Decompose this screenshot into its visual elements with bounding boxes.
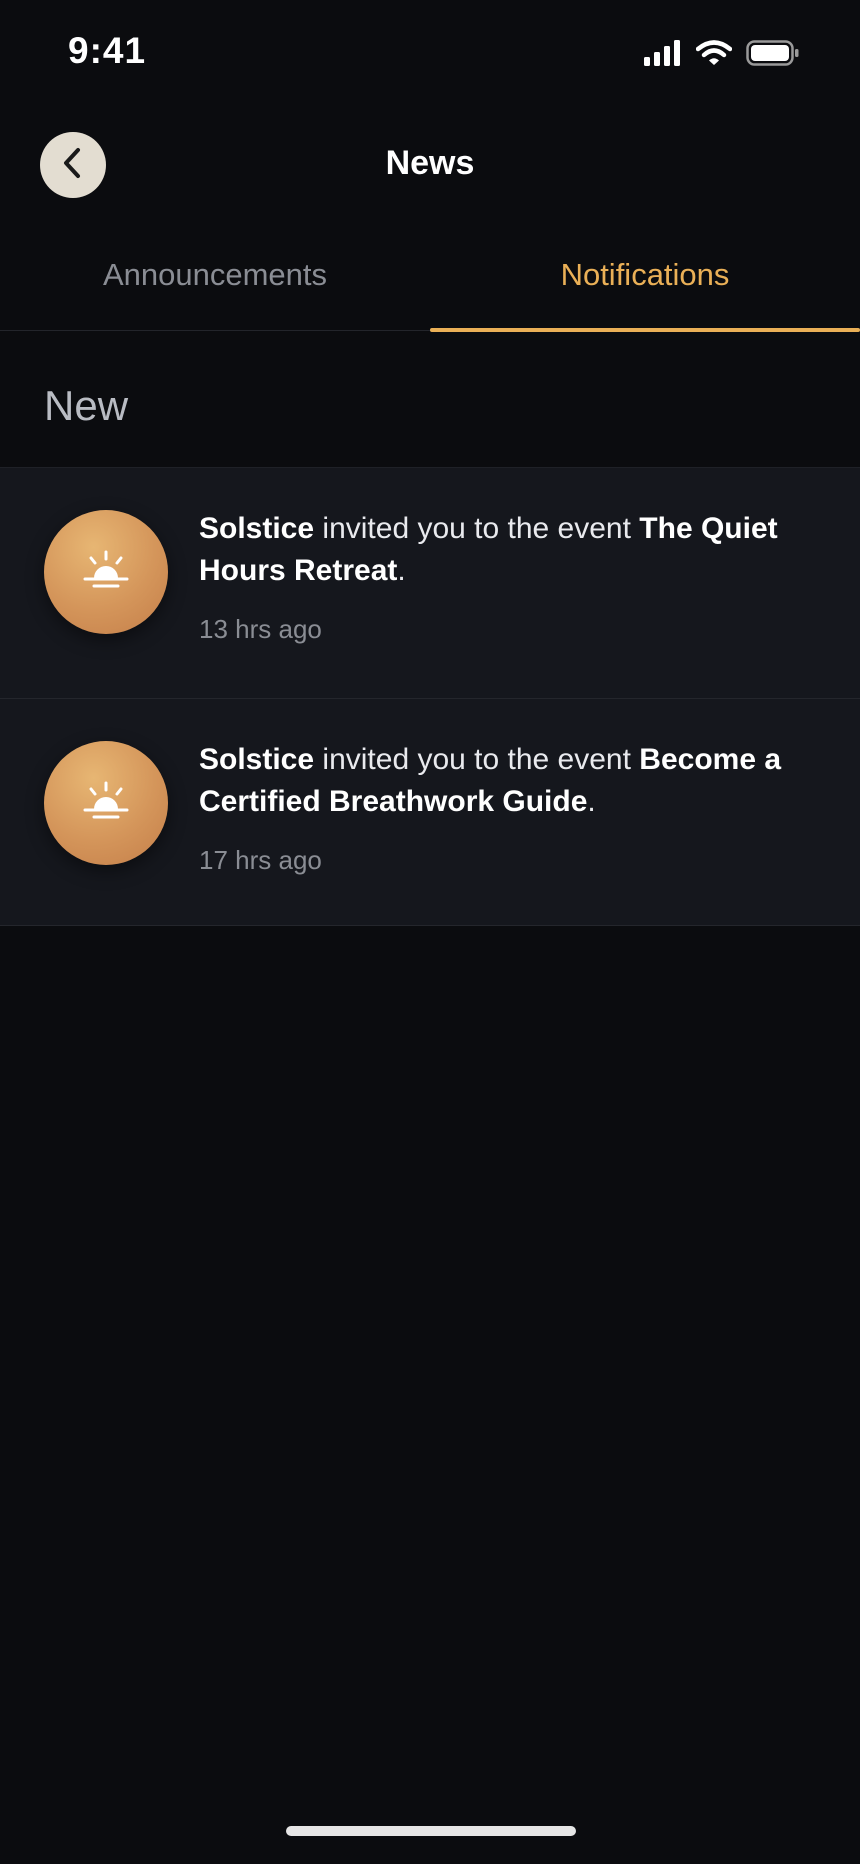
notification-list: Solstice invited you to the event The Qu… — [0, 467, 860, 926]
page-title: News — [385, 144, 475, 182]
tab-announcements-label: Announcements — [102, 257, 328, 292]
notification-action: invited you to the event — [322, 743, 631, 776]
avatar — [44, 741, 168, 865]
status-icons — [644, 40, 800, 71]
section-title: New — [44, 382, 129, 429]
sunrise-icon — [81, 781, 131, 826]
active-tab-indicator — [430, 328, 860, 332]
notification-message: Solstice invited you to the event Become… — [199, 739, 819, 823]
battery-icon — [746, 40, 800, 71]
tab-announcements[interactable]: Announcements — [0, 220, 430, 330]
header: News — [0, 110, 860, 220]
notification-action: invited you to the event — [322, 512, 631, 545]
notification-sender: Solstice — [199, 512, 315, 545]
notification-time: 13 hrs ago — [199, 614, 322, 644]
status-bar: 9:41 — [0, 0, 860, 110]
avatar — [44, 510, 168, 634]
notification-item[interactable]: Solstice invited you to the event The Qu… — [0, 468, 860, 699]
notification-sender: Solstice — [199, 743, 315, 776]
notification-item[interactable]: Solstice invited you to the event Become… — [0, 699, 860, 926]
wifi-icon — [695, 40, 733, 71]
notification-time: 17 hrs ago — [199, 845, 322, 875]
tab-bar: Announcements Notifications — [0, 220, 860, 332]
notification-suffix: . — [397, 554, 406, 587]
notification-message: Solstice invited you to the event The Qu… — [199, 508, 819, 592]
cellular-signal-icon — [644, 40, 682, 71]
tab-notifications-label: Notifications — [560, 257, 730, 292]
notification-suffix: . — [587, 785, 596, 818]
tab-notifications[interactable]: Notifications — [430, 220, 860, 330]
home-indicator — [286, 1826, 576, 1836]
status-time: 9:41 — [68, 30, 147, 71]
sunrise-icon — [81, 550, 131, 595]
